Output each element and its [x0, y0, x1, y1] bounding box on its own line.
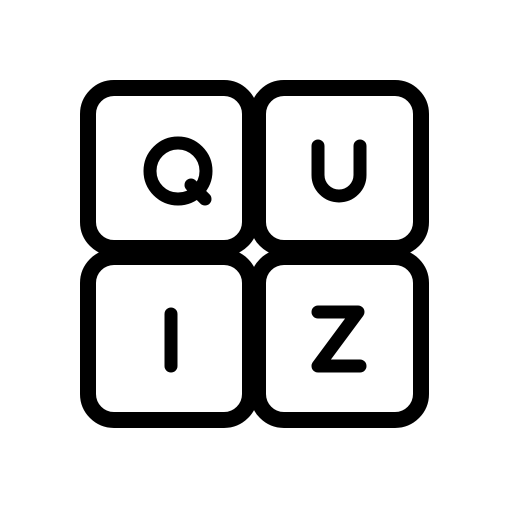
icon-canvas [0, 0, 512, 512]
tile-u-frame [250, 80, 429, 256]
tile-q-frame [80, 80, 258, 256]
tile-i [80, 249, 258, 428]
quiz-tiles-icon [80, 80, 429, 428]
tile-q [80, 80, 258, 256]
tile-z [250, 249, 429, 428]
tile-u [250, 80, 429, 256]
